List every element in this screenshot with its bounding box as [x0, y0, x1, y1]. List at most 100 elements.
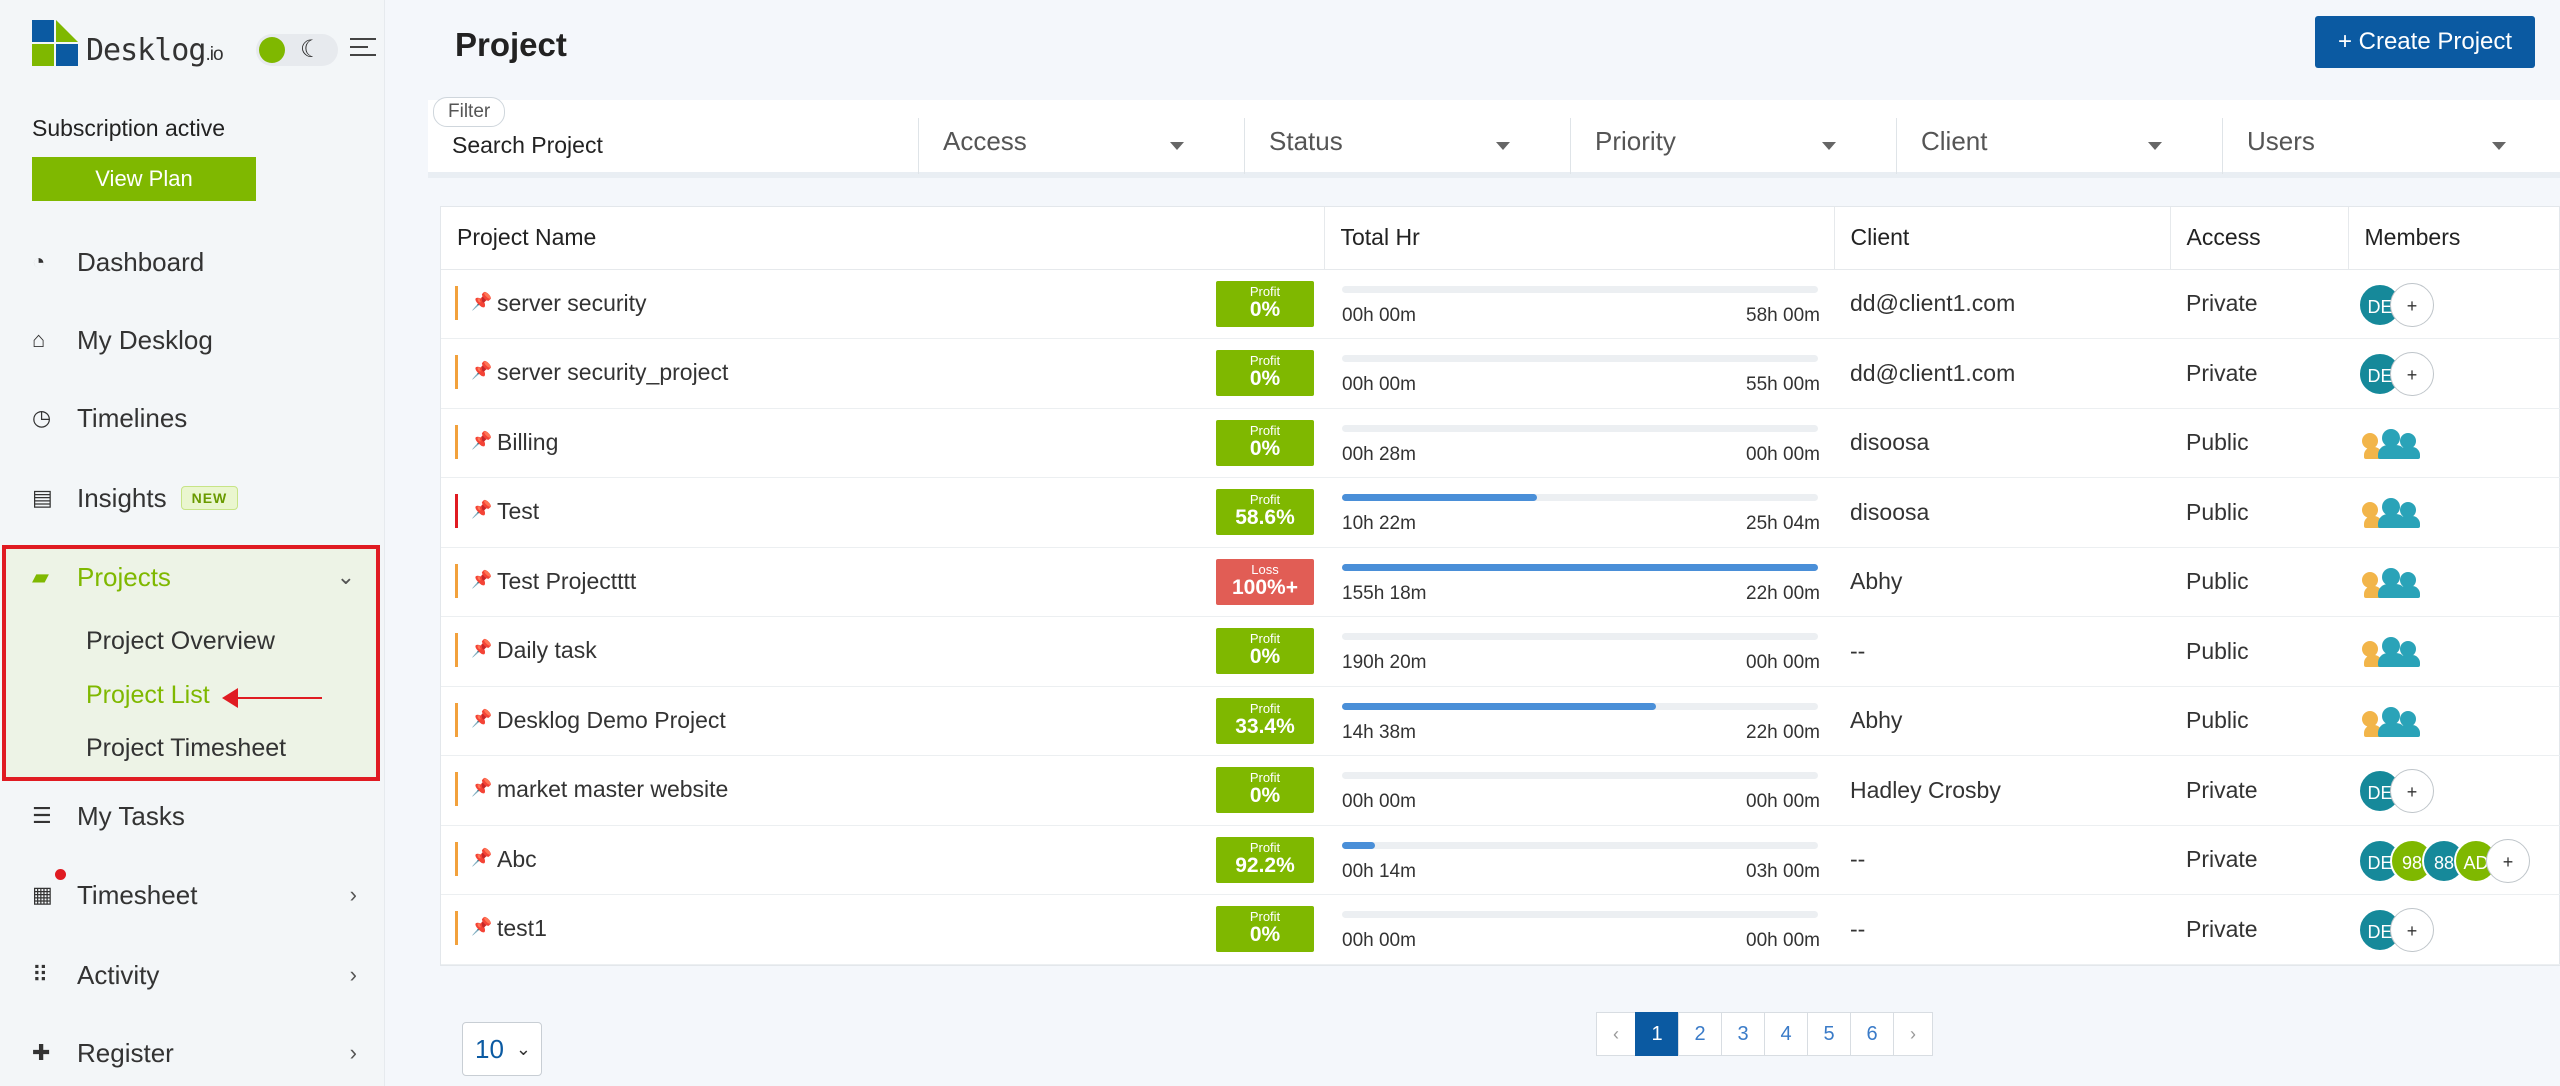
progress-track: [1342, 841, 1818, 849]
pin-icon[interactable]: 📌: [471, 709, 492, 729]
sidebar-item-my-tasks[interactable]: ☰ My Tasks: [32, 796, 357, 836]
pin-icon[interactable]: 📌: [471, 500, 492, 520]
pin-icon[interactable]: 📌: [471, 778, 492, 798]
column-header-total-hr[interactable]: Total Hr: [1324, 207, 1835, 270]
per-page-select[interactable]: 10 ⌄: [462, 1022, 542, 1076]
project-name-link[interactable]: Test: [497, 498, 539, 525]
add-member-button[interactable]: +: [2486, 838, 2530, 883]
profit-badge: Profit 0%: [1216, 767, 1314, 813]
table-row[interactable]: 📌 server security Profit 0% 00h 00m 58h …: [441, 269, 2560, 339]
sidebar-item-timelines[interactable]: ◷ Timelines: [32, 398, 357, 438]
project-name-cell: 📌 Desklog Demo Project Profit 33.4%: [441, 686, 1324, 756]
sidebar-item-activity[interactable]: ⠿ Activity ›: [32, 955, 357, 995]
table-row[interactable]: 📌 server security_project Profit 0% 00h …: [441, 338, 2560, 409]
priority-filter-select[interactable]: Priority: [1570, 118, 1896, 174]
project-name-cell: 📌 server security_project Profit 0%: [441, 338, 1324, 409]
project-name-link[interactable]: Test Projectttt: [497, 568, 636, 595]
theme-toggle[interactable]: ☾: [256, 34, 338, 66]
client-cell: Abhy: [1834, 547, 2170, 617]
pin-icon[interactable]: 📌: [471, 431, 492, 451]
project-name-link[interactable]: Abc: [497, 846, 537, 873]
table-row[interactable]: 📌 test1 Profit 0% 00h 00m 00h 00m -- Pri…: [441, 894, 2560, 965]
brand-logo[interactable]: Desklog.io: [32, 20, 224, 66]
sidebar-item-register[interactable]: ✚ Register ›: [32, 1033, 357, 1073]
pin-icon[interactable]: 📌: [471, 292, 492, 312]
total-hr-cell: 155h 18m 22h 00m: [1324, 547, 1834, 617]
sidebar-item-projects[interactable]: ▰ Projects ⌄: [32, 557, 357, 597]
sidebar-subitem-project-overview[interactable]: Project Overview: [86, 627, 275, 656]
chevron-right-icon: ›: [349, 1040, 357, 1065]
column-header-access[interactable]: Access: [2170, 207, 2349, 270]
table-row[interactable]: 📌 market master website Profit 0% 00h 00…: [441, 755, 2560, 826]
users-filter-select[interactable]: Users: [2222, 118, 2560, 174]
column-header-project-name[interactable]: Project Name: [441, 207, 1325, 270]
chevron-down-icon: ⌄: [515, 1039, 531, 1059]
priority-indicator: [455, 494, 458, 528]
project-name-link[interactable]: Billing: [497, 429, 558, 456]
dashboard-icon: ◔: [32, 249, 46, 274]
team-group-icon: [2362, 566, 2422, 598]
project-name-cell: 📌 Test Profit 58.6%: [441, 477, 1324, 548]
project-name-link[interactable]: server security_project: [497, 359, 728, 386]
progress-track: [1342, 702, 1818, 710]
access-cell: Private: [2170, 338, 2348, 409]
add-member-button[interactable]: +: [2390, 352, 2434, 396]
view-plan-button[interactable]: View Plan: [32, 157, 256, 201]
project-table: Project Name Total Hr Client Access Memb…: [440, 206, 2560, 966]
profit-badge: Profit 0%: [1216, 419, 1314, 466]
sidebar-item-my-desklog[interactable]: ⌂ My Desklog: [32, 320, 357, 360]
add-member-button[interactable]: +: [2390, 769, 2434, 813]
project-name-link[interactable]: Daily task: [497, 637, 597, 664]
client-filter-select[interactable]: Client: [1896, 118, 2222, 174]
project-name-link[interactable]: server security: [497, 290, 647, 317]
project-name-cell: 📌 Test Projectttt Loss 100%+: [441, 547, 1324, 617]
column-header-client[interactable]: Client: [1834, 207, 2171, 270]
status-filter-select[interactable]: Status: [1244, 118, 1570, 174]
column-header-members[interactable]: Members: [2348, 207, 2560, 270]
sidebar-item-insights[interactable]: ▤ Insights NEW: [32, 478, 357, 518]
chevron-down-icon: ⌄: [336, 564, 355, 589]
pin-icon[interactable]: 📌: [471, 570, 492, 590]
pagination-page-button[interactable]: 3: [1721, 1012, 1765, 1056]
access-filter-select[interactable]: Access: [918, 118, 1244, 174]
create-project-button[interactable]: + Create Project: [2315, 16, 2535, 68]
pagination-prev-button[interactable]: ‹: [1596, 1012, 1636, 1056]
sidebar-item-dashboard[interactable]: ◔ Dashboard: [32, 242, 357, 282]
pagination-page-button[interactable]: 6: [1850, 1012, 1894, 1056]
table-row[interactable]: 📌 Test Profit 58.6% 10h 22m 25h 04m diso…: [441, 477, 2560, 548]
pin-icon[interactable]: 📌: [471, 639, 492, 659]
table-row[interactable]: 📌 Billing Profit 0% 00h 28m 00h 00m diso…: [441, 408, 2560, 478]
hamburger-menu-icon[interactable]: [350, 38, 376, 60]
add-member-button[interactable]: +: [2390, 282, 2434, 327]
pagination-next-button[interactable]: ›: [1893, 1012, 1933, 1056]
project-name-cell: 📌 server security Profit 0%: [441, 269, 1324, 339]
project-name-link[interactable]: Desklog Demo Project: [497, 707, 726, 734]
add-member-button[interactable]: +: [2390, 908, 2434, 952]
table-row[interactable]: 📌 Desklog Demo Project Profit 33.4% 14h …: [441, 686, 2560, 756]
sidebar-subitem-project-timesheet[interactable]: Project Timesheet: [86, 734, 286, 763]
priority-indicator: [455, 633, 458, 667]
sidebar-item-timesheet[interactable]: ▦ Timesheet ›: [32, 875, 357, 915]
members-cell: DE +: [2348, 894, 2560, 965]
client-cell: disoosa: [1834, 408, 2170, 478]
pin-icon[interactable]: 📌: [471, 917, 492, 937]
sidebar-subitem-project-list[interactable]: Project List: [86, 681, 210, 710]
pin-icon[interactable]: 📌: [471, 848, 492, 868]
table-row[interactable]: 📌 Abc Profit 92.2% 00h 14m 03h 00m -- Pr…: [441, 825, 2560, 895]
pagination-page-button[interactable]: 2: [1678, 1012, 1722, 1056]
members-cell: [2348, 616, 2560, 687]
pin-icon[interactable]: 📌: [471, 361, 492, 381]
table-row[interactable]: 📌 Test Projectttt Loss 100%+ 155h 18m 22…: [441, 547, 2560, 617]
project-name-link[interactable]: market master website: [497, 776, 728, 803]
pagination-page-button[interactable]: 5: [1807, 1012, 1851, 1056]
client-cell: dd@client1.com: [1834, 269, 2170, 339]
search-project-input[interactable]: Search Project: [452, 132, 902, 159]
caret-down-icon: [2492, 142, 2506, 150]
table-row[interactable]: 📌 Daily task Profit 0% 190h 20m 00h 00m …: [441, 616, 2560, 687]
pagination-page-button[interactable]: 1: [1635, 1012, 1679, 1056]
pagination-page-button[interactable]: 4: [1764, 1012, 1808, 1056]
project-name-link[interactable]: test1: [497, 915, 547, 942]
access-cell: Private: [2170, 755, 2348, 826]
time-estimate: 00h 00m: [1746, 443, 1820, 465]
total-hr-cell: 10h 22m 25h 04m: [1324, 477, 1834, 548]
